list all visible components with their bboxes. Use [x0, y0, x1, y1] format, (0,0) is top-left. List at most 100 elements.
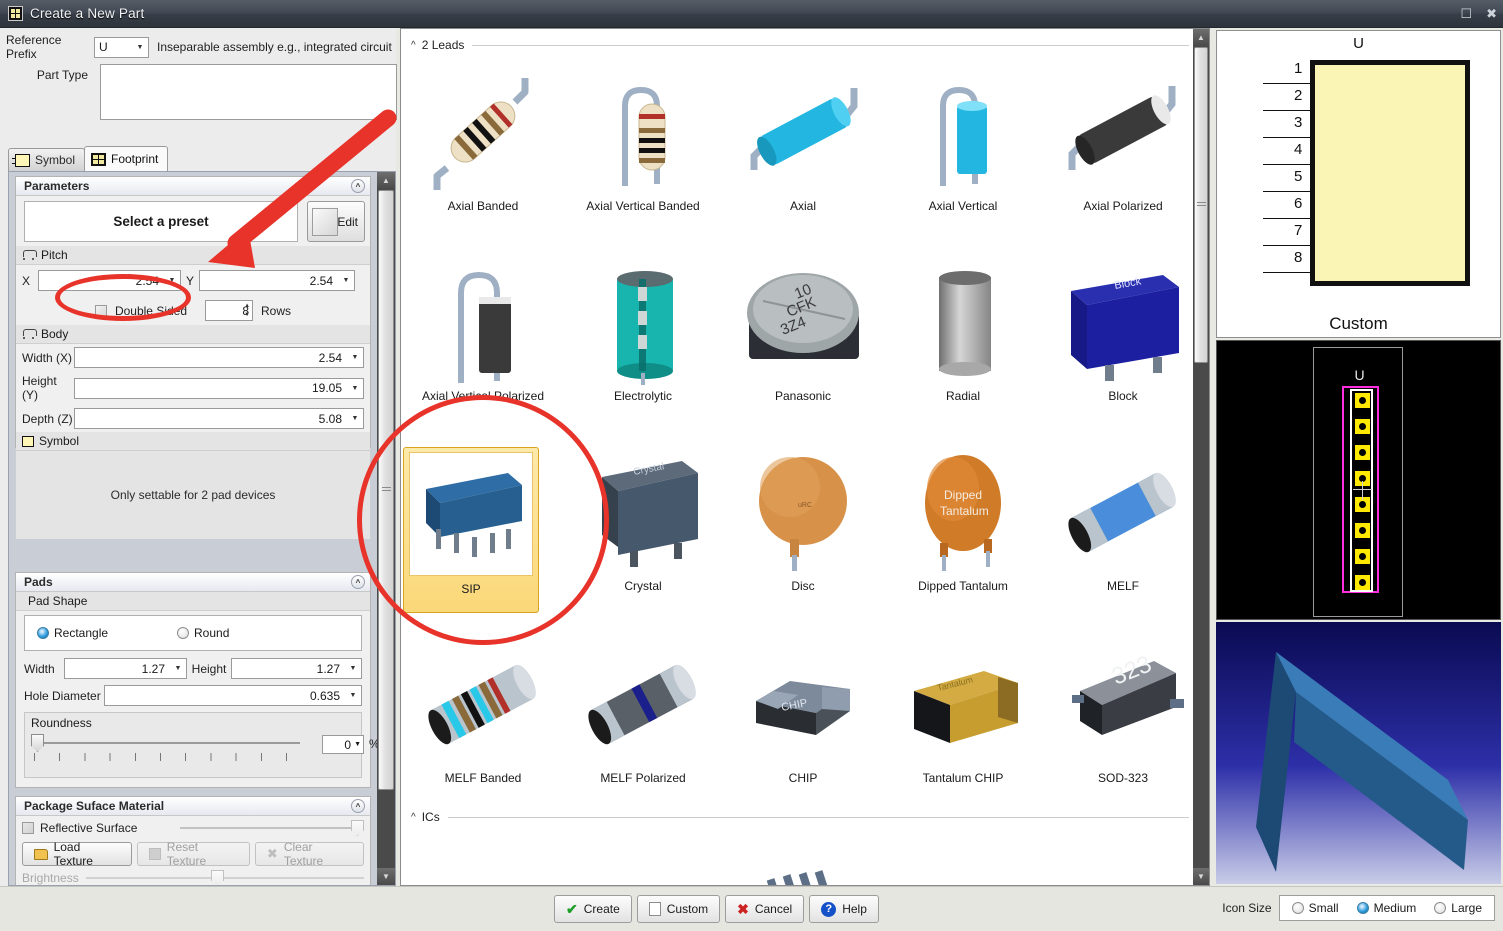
pin-line	[1263, 110, 1311, 111]
gallery-item-quad-2[interactable]: QU	[883, 847, 1043, 885]
icon-size-medium[interactable]: Medium	[1356, 901, 1416, 915]
gallery-item-melf-banded[interactable]: MELF Banded	[403, 639, 563, 785]
reflective-slider-thumb[interactable]	[351, 820, 364, 836]
clear-texture-button[interactable]: ✖ Clear Texture	[254, 840, 364, 868]
footprint-icon	[91, 152, 106, 166]
gallery-item-axial-vertical-banded[interactable]: Axial Vertical Banded	[563, 67, 723, 213]
window-controls: ☐ ✖	[1460, 0, 1497, 28]
thumbnail: Block	[1043, 257, 1193, 387]
thumbnail: CHIP	[723, 639, 883, 769]
thumbnail: QUAD	[723, 847, 883, 885]
pad-shape-rectangle[interactable]: Rectangle	[37, 626, 177, 640]
gallery-item-panasonic[interactable]: 10 CFK 3Z4 Panasonic	[723, 257, 883, 403]
roundness-slider-thumb[interactable]	[31, 734, 44, 752]
roundness-slider-track[interactable]	[33, 742, 300, 744]
collapse-icon[interactable]: ^	[351, 179, 365, 193]
scroll-down-button[interactable]: ▼	[1193, 868, 1209, 885]
pad-width-input[interactable]: 1.27 ▼	[64, 658, 187, 679]
item-label: Panasonic	[774, 389, 832, 403]
reflective-slider-track[interactable]	[180, 827, 364, 829]
roundness-ticks	[34, 753, 302, 761]
gallery-item-axial-polarized[interactable]: Axial Polarized	[1043, 67, 1193, 213]
pitch-x-input[interactable]: 2.54 ▼	[38, 270, 181, 291]
gallery-item-axial[interactable]: Axial	[723, 67, 883, 213]
gallery-item-disc[interactable]: uRC Disc	[723, 447, 883, 593]
gallery-item-melf-polarized[interactable]: MELF Polarized	[563, 639, 723, 785]
body-height-input[interactable]: 19.05 ▼	[74, 377, 364, 399]
roundness-value-input[interactable]: 0 ▼	[322, 735, 364, 754]
reset-texture-button[interactable]: Reset Texture	[137, 840, 250, 868]
pad	[1355, 575, 1370, 590]
texture-buttons-row: Load Texture Reset Texture ✖ Clear Textu…	[16, 840, 370, 868]
footprint-preview[interactable]: U	[1216, 340, 1501, 620]
spinner-up-icon[interactable]: ▲	[244, 302, 250, 310]
gallery-item-melf[interactable]: MELF	[1043, 447, 1193, 593]
spinner-down-icon[interactable]: ▼	[244, 311, 250, 319]
gallery-item-radial[interactable]: Radial	[883, 257, 1043, 403]
create-button[interactable]: ✔ Create	[554, 895, 632, 923]
gallery-item-block[interactable]: Block Block	[1043, 257, 1193, 403]
section-header-ics[interactable]: ^ ICs	[411, 809, 1189, 825]
body-width-input[interactable]: 2.54 ▼	[74, 347, 364, 368]
section-header-2-leads[interactable]: ^ 2 Leads	[411, 37, 1189, 53]
collapse-icon[interactable]: ^	[351, 799, 365, 813]
item-label: Dipped Tantalum	[918, 579, 1008, 593]
gallery-item-tantalum-chip[interactable]: Tantalum Tantalum CHIP	[883, 639, 1043, 785]
gallery-item-dip-2[interactable]: DIP	[563, 847, 723, 885]
reference-prefix-select[interactable]: U ▼	[94, 36, 149, 58]
maximize-button[interactable]: ☐	[1460, 6, 1472, 22]
body-depth-row: Depth (Z) 5.08 ▼	[16, 405, 370, 432]
pitch-y-input[interactable]: 2.54 ▼	[199, 270, 355, 291]
gallery-item-sod-323[interactable]: 323 SOD-323	[1043, 639, 1193, 785]
body-depth-input[interactable]: 5.08 ▼	[74, 408, 364, 429]
scroll-down-button[interactable]: ▼	[377, 868, 395, 885]
load-texture-button[interactable]: Load Texture	[22, 840, 133, 868]
brightness-slider-thumb[interactable]	[211, 870, 225, 885]
scrollbar-thumb[interactable]	[1194, 47, 1208, 363]
icon-size-large[interactable]: Large	[1434, 901, 1482, 915]
symbol-preview[interactable]: U 1 2 3 4 5 6 7 8 Custom	[1216, 30, 1501, 338]
scroll-up-button[interactable]: ▲	[377, 172, 395, 189]
chevron-down-icon: ▼	[349, 665, 357, 672]
scroll-up-button[interactable]: ▲	[1193, 29, 1209, 46]
help-button[interactable]: ? Help	[809, 895, 880, 923]
gallery-item-axial-banded[interactable]: Axial Banded	[403, 67, 563, 213]
double-sided-checkbox[interactable]	[94, 304, 107, 317]
close-button[interactable]: ✖	[1486, 6, 1497, 22]
gallery-item-dipped-tantalum[interactable]: Dipped Tantalum Dipped Tantalum	[883, 447, 1043, 593]
parameters-scrollbar[interactable]: ▲ ▼	[377, 172, 395, 885]
tab-footprint[interactable]: Footprint	[84, 146, 169, 171]
gallery-item-sip[interactable]: SIP	[403, 447, 539, 613]
gallery-item-chip[interactable]: CHIP CHIP	[723, 639, 883, 785]
brightness-slider-track[interactable]	[86, 877, 364, 879]
collapse-icon[interactable]: ^	[351, 575, 365, 589]
body-height-label: Height (Y)	[22, 374, 57, 402]
page-icon	[648, 902, 661, 916]
gallery-item-axial-vertical-polarized[interactable]: Axial Vertical Polarized	[403, 257, 563, 403]
cancel-button[interactable]: ✖ Cancel	[725, 895, 805, 923]
reflective-surface-checkbox[interactable]	[22, 822, 34, 834]
chevron-down-icon: ▼	[351, 415, 359, 422]
gallery-item-axial-vertical[interactable]: Axial Vertical	[883, 67, 1043, 213]
hole-diameter-input[interactable]: 0.635 ▼	[104, 685, 362, 706]
group-surface-title: Package Suface Material	[24, 799, 165, 813]
custom-button[interactable]: Custom	[636, 895, 721, 923]
pad-height-input[interactable]: 1.27 ▼	[231, 658, 362, 679]
gallery-item-dip[interactable]: DIP	[403, 847, 563, 885]
pad-shape-round[interactable]: Round	[177, 626, 229, 640]
preset-select[interactable]: Select a preset	[24, 201, 298, 242]
gallery-scrollbar[interactable]: ▲ ▼	[1193, 29, 1209, 885]
rows-spinner[interactable]: 8 ▲ ▼	[205, 300, 254, 321]
icon-size-small[interactable]: Small	[1291, 901, 1339, 915]
gallery-item-crystal[interactable]: Crystal Crystal	[563, 447, 723, 593]
3d-model-preview[interactable]	[1216, 622, 1501, 884]
preview-panel: U 1 2 3 4 5 6 7 8 Custom U	[1214, 28, 1503, 886]
part-type-input[interactable]	[100, 64, 397, 120]
gallery-item-quad[interactable]: QUAD	[723, 847, 883, 885]
tab-symbol[interactable]: Symbol	[8, 148, 86, 171]
scrollbar-thumb[interactable]	[378, 190, 394, 790]
edit-preset-button[interactable]: Edit	[307, 201, 365, 242]
item-label: SIP	[461, 582, 481, 596]
gallery-item-soic[interactable]: SOIC	[1043, 847, 1193, 885]
gallery-item-electrolytic[interactable]: Electrolytic	[563, 257, 723, 403]
